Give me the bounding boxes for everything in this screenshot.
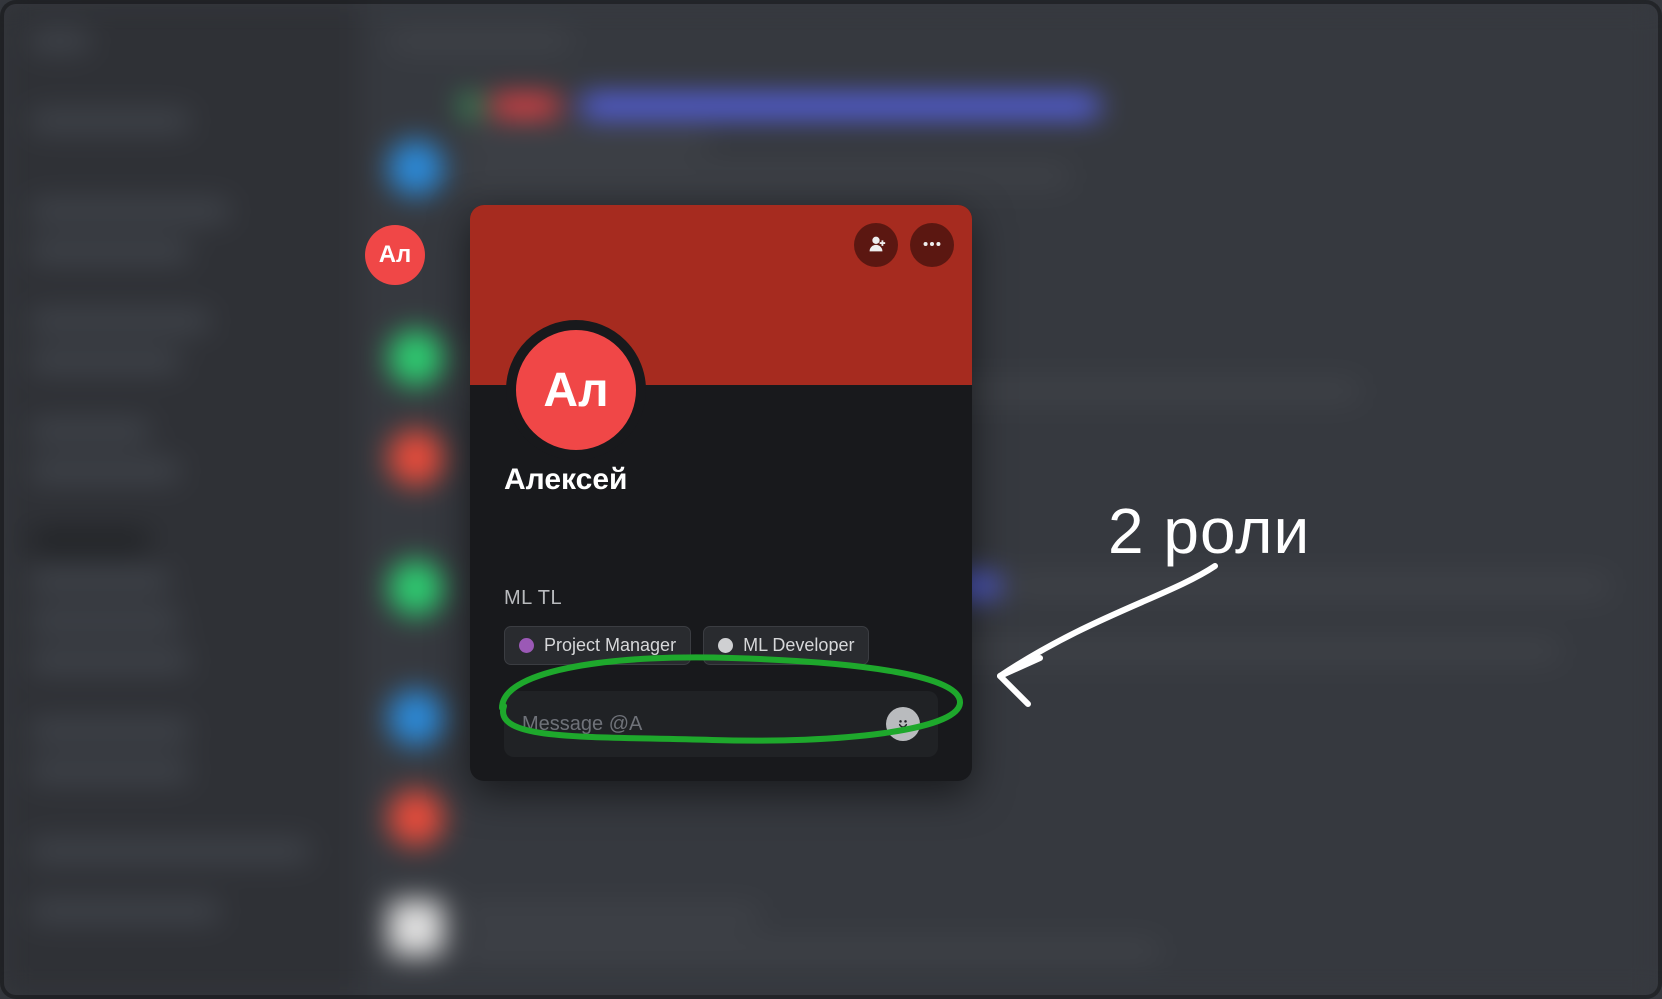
message-input-container xyxy=(504,691,938,757)
more-options-button[interactable] xyxy=(910,223,954,267)
message-input[interactable] xyxy=(522,713,886,736)
user-profile-popout: Ал Алексей ML TL Project Manager ML Devel… xyxy=(470,205,972,781)
smile-icon xyxy=(893,713,913,736)
emoji-picker-button[interactable] xyxy=(886,707,920,741)
profile-roles: Project Manager ML Developer xyxy=(504,626,938,665)
avatar-initials: Ал xyxy=(379,241,412,269)
avatar-initials-large: Ал xyxy=(543,363,608,418)
add-friend-icon xyxy=(865,233,887,258)
role-name: ML Developer xyxy=(743,635,854,656)
more-icon xyxy=(921,233,943,258)
role-color-dot xyxy=(718,638,733,653)
role-chip[interactable]: Project Manager xyxy=(504,626,691,665)
role-chip[interactable]: ML Developer xyxy=(703,626,869,665)
annotation-label: 2 роли xyxy=(1108,494,1310,568)
profile-note-label: ML TL xyxy=(504,587,938,610)
role-color-dot xyxy=(519,638,534,653)
add-friend-button[interactable] xyxy=(854,223,898,267)
role-name: Project Manager xyxy=(544,635,676,656)
profile-avatar[interactable]: Ал xyxy=(506,320,646,460)
message-author-avatar[interactable]: Ал xyxy=(365,225,425,285)
profile-username: Алексей xyxy=(504,463,938,497)
